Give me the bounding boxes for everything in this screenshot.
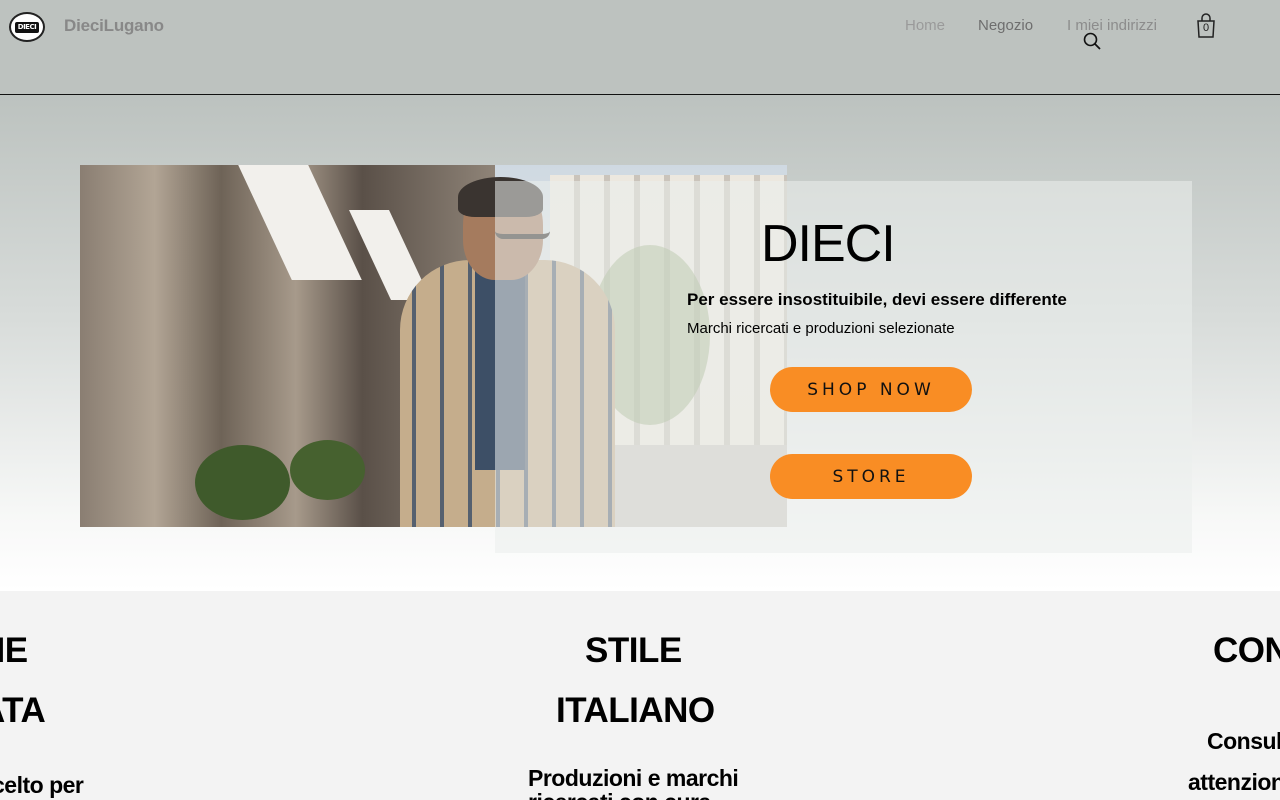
- shop-now-button[interactable]: SHOP NOW: [770, 367, 972, 412]
- feature-right-text: Consul: [1207, 728, 1280, 754]
- hero-section: [0, 95, 1280, 591]
- photo-bush: [195, 445, 290, 520]
- feature-center-heading-2: ITALIANO: [556, 691, 715, 730]
- features-section: NE ATA celto per STILE ITALIANO Produzio…: [0, 591, 1280, 800]
- feature-right-heading: CON: [1213, 631, 1280, 670]
- photo-bush: [290, 440, 365, 500]
- cart-count: 0: [1202, 22, 1210, 34]
- feature-left-text: celto per: [0, 772, 84, 798]
- nav-shop[interactable]: Negozio: [978, 17, 1033, 34]
- search-icon[interactable]: [1082, 31, 1102, 51]
- feature-left-heading-2: ATA: [0, 691, 46, 730]
- hero-tagline: Per essere insostituibile, devi essere d…: [687, 290, 1067, 309]
- nav-my-addresses[interactable]: I miei indirizzi: [1067, 17, 1157, 34]
- logo[interactable]: DIECI: [9, 12, 45, 42]
- site-name[interactable]: DieciLugano: [64, 16, 164, 36]
- feature-center-heading: STILE: [585, 631, 682, 670]
- feature-center-text-2: ricercati con cura: [528, 789, 711, 800]
- feature-center-text: Produzioni e marchi: [528, 765, 739, 791]
- feature-right-text-2: attenzion: [1188, 769, 1280, 795]
- store-button[interactable]: STORE: [770, 454, 972, 499]
- hero-subtitle: Marchi ricercati e produzioni selezionat…: [687, 320, 955, 337]
- logo-text: DIECI: [15, 21, 39, 33]
- feature-left-heading: NE: [0, 631, 28, 670]
- nav-home[interactable]: Home: [905, 17, 945, 34]
- site-header: DIECI DieciLugano Home Negozio I miei in…: [0, 0, 1280, 95]
- hero-title: DIECI: [761, 215, 896, 273]
